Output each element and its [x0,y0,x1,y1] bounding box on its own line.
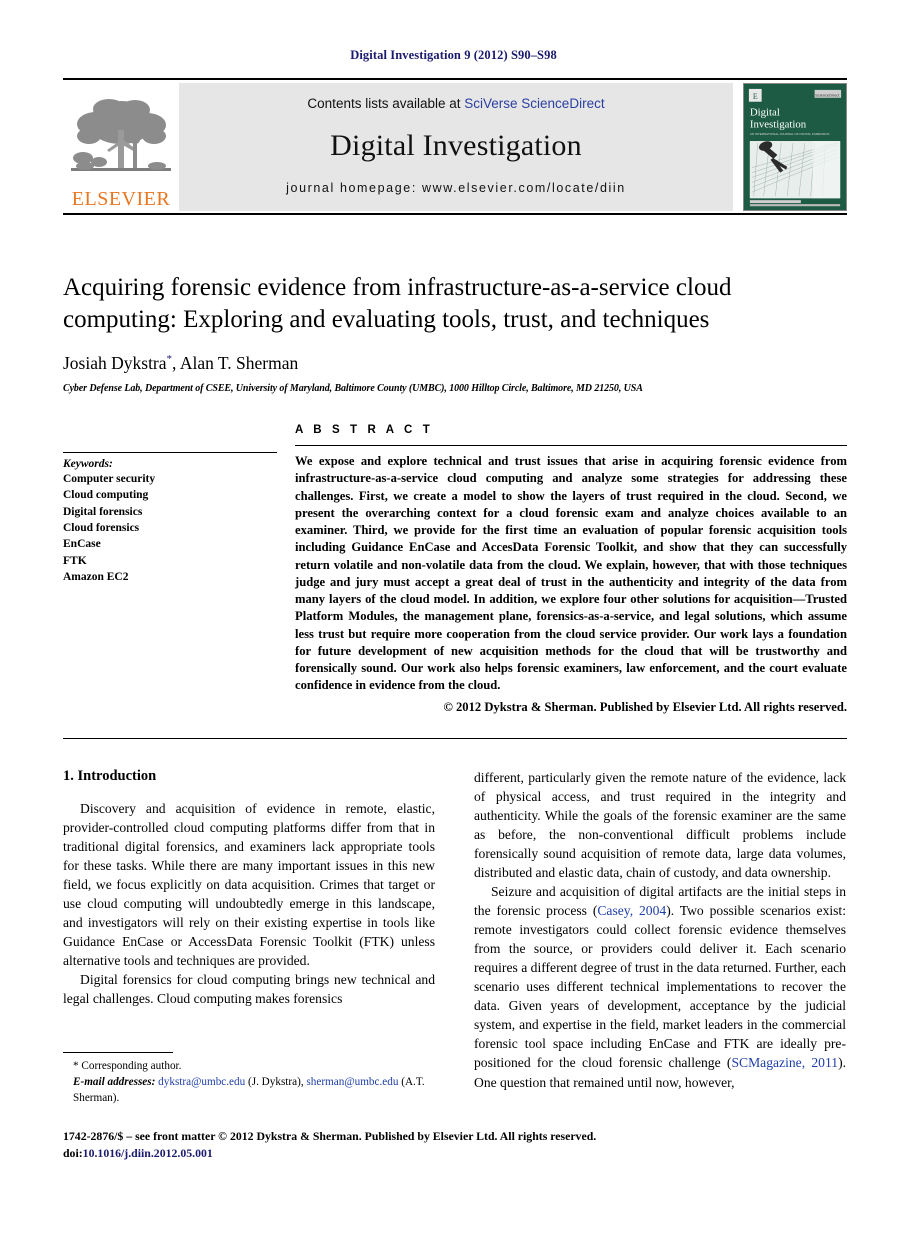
svg-text:AN INTERNATIONAL JOURNAL OF DI: AN INTERNATIONAL JOURNAL OF DIGITAL FORE… [750,132,830,136]
keyword-item: Cloud computing [63,489,149,502]
title-block: Acquiring forensic evidence from infrast… [63,272,847,394]
paragraph: Discovery and acquisition of evidence in… [63,801,435,969]
elsevier-tree-icon [71,99,171,171]
paragraph: Digital forensics for cloud computing br… [63,972,435,1007]
banner-center: Contents lists available at SciVerse Sci… [179,83,733,211]
elsevier-logo: ELSEVIER [63,83,179,211]
paragraph: different, particularly given the remote… [474,770,846,881]
contents-lists-line: Contents lists available at SciVerse Sci… [307,96,604,111]
abstract-copyright: © 2012 Dykstra & Sherman. Published by E… [443,699,847,714]
page-title: Acquiring forensic evidence from infrast… [63,274,732,333]
doi-label: doi: [63,1146,83,1161]
email-addresses-note: E-mail addresses: dykstra@umbc.edu (J. D… [63,1075,435,1107]
keyword-item: Computer security [63,473,156,485]
keyword-item: Cloud forensics [63,521,140,534]
author-list: Josiah Dykstra*, Alan T. Sherman [63,353,847,374]
body-columns: 1. Introduction Discovery and acquisitio… [63,768,847,1092]
journal-cover-thumbnail: E ScienceDirect Digital Investigation AN… [743,83,847,211]
abstract-text: We expose and explore technical and trus… [295,454,847,693]
paragraph-part: ). Two possible scenarios exist: remote … [474,903,846,1071]
elsevier-wordmark: ELSEVIER [71,188,171,210]
keyword-item: EnCase [63,538,101,551]
author-rest: , Alan T. Sherman [172,353,299,373]
author-first: Josiah Dykstra [63,353,167,373]
abstract-rule [295,445,847,446]
keywords-column: Keywords: Computer security Cloud comput… [63,424,295,715]
footnote-block: * Corresponding author. E-mail addresses… [63,1052,435,1107]
citation-link[interactable]: Casey, 2004 [597,903,666,918]
paragraph-with-citations: Seizure and acquisition of digital artif… [474,882,846,1091]
keyword-item: Digital forensics [63,505,143,518]
body-column-right: different, particularly given the remote… [474,768,846,1092]
sciencedirect-link[interactable]: SciVerse ScienceDirect [464,96,604,111]
email-link-sherman[interactable]: sherman@umbc.edu [306,1076,398,1088]
running-head: Digital Investigation 9 (2012) S90–S98 [350,48,557,62]
journal-banner: ELSEVIER Contents lists available at Sci… [63,78,847,215]
abstract-heading: A B S T R A C T [295,424,434,436]
keywords-rule [63,452,277,453]
svg-text:ScienceDirect: ScienceDirect [815,92,840,97]
abstract-bottom-rule [63,738,847,739]
doi-line: doi:10.1016/j.diin.2012.05.001 [63,1145,847,1162]
keyword-item: Amazon EC2 [63,570,129,583]
footnote-rule [63,1052,173,1053]
svg-text:Digital: Digital [750,106,780,118]
email-label: E-mail addresses: [73,1075,156,1088]
section-heading-introduction: 1. Introduction [63,768,157,784]
issn-copyright-line: 1742-2876/$ – see front matter © 2012 Dy… [63,1129,597,1143]
body-column-left: 1. Introduction Discovery and acquisitio… [63,768,435,1092]
banner-top-rule [63,78,847,80]
contents-prefix: Contents lists available at [307,96,465,111]
abstract-column: A B S T R A C T We expose and explore te… [295,424,847,715]
banner-bottom-rule [63,213,847,215]
abstract-section: Keywords: Computer security Cloud comput… [63,424,847,715]
email-owner-dykstra: (J. Dykstra), [248,1075,304,1088]
svg-text:Investigation: Investigation [750,118,807,130]
citation-link[interactable]: SCMagazine, 2011 [731,1055,838,1070]
affiliation: Cyber Defense Lab, Department of CSEE, U… [63,383,643,394]
svg-text:E: E [753,92,758,101]
article-page: Digital Investigation 9 (2012) S90–S98 E… [0,0,907,1238]
keyword-item: FTK [63,554,87,567]
journal-title: Digital Investigation [330,129,582,162]
keywords-label: Keywords: [63,458,113,470]
corresponding-author-note: * Corresponding author. [73,1060,182,1072]
cover-art: E ScienceDirect Digital Investigation AN… [744,84,846,210]
journal-homepage[interactable]: journal homepage: www.elsevier.com/locat… [286,181,626,195]
doi-link[interactable]: 10.1016/j.diin.2012.05.001 [83,1146,213,1160]
page-footer: 1742-2876/$ – see front matter © 2012 Dy… [63,1128,847,1162]
email-link-dykstra[interactable]: dykstra@umbc.edu [158,1076,245,1088]
